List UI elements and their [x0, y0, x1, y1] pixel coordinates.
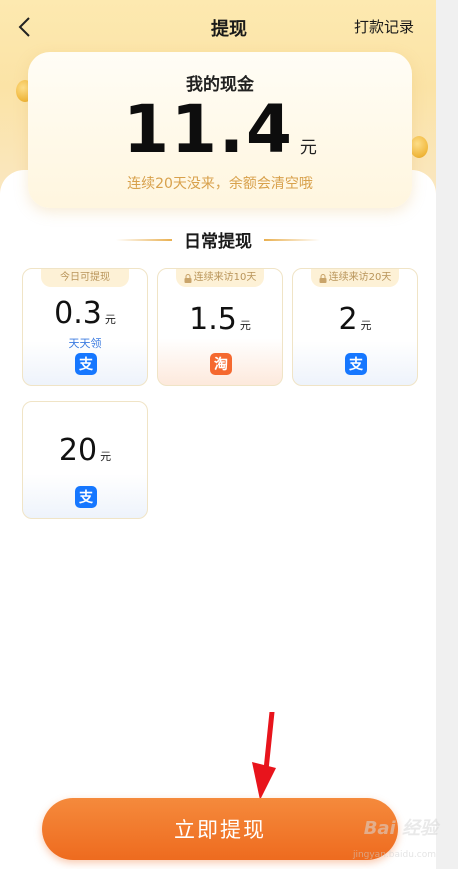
withdraw-page: 提现 打款记录 我的现金 11.4 元 连续20天没来，余额会清空哦 日常提现 … — [0, 0, 458, 869]
withdraw-option-20[interactable]: 20 元 支 — [22, 401, 148, 519]
cash-amount-row: 11.4 元 — [28, 94, 412, 166]
alipay-icon: 支 — [345, 353, 367, 375]
section-title: 日常提现 — [184, 232, 252, 252]
option-amount-row: 1.5 元 — [158, 303, 282, 337]
section-heading: 日常提现 — [0, 227, 436, 252]
balance-expiry-note: 连续20天没来，余额会清空哦 — [127, 176, 313, 192]
withdraw-button-label: 立即提现 — [174, 818, 266, 842]
taobao-icon: 淘 — [210, 353, 232, 375]
cash-unit: 元 — [299, 138, 317, 158]
option-amount: 2 — [338, 302, 358, 337]
option-tag: 连续来访20天 — [311, 269, 399, 287]
alipay-icon: 支 — [75, 486, 97, 508]
option-amount-row: 0.3 元 — [23, 297, 147, 331]
side-strip — [436, 0, 458, 869]
withdraw-option-2[interactable]: 连续来访20天 2 元 支 — [292, 268, 418, 386]
option-subtext: 天天领 — [68, 337, 102, 350]
withdraw-option-0.3[interactable]: 今日可提现 0.3 元 天天领 支 — [22, 268, 148, 386]
option-amount: 0.3 — [54, 296, 102, 331]
lock-icon — [184, 273, 192, 283]
watermark-url: jingyan.baidu.com — [352, 850, 436, 860]
alipay-icon: 支 — [75, 353, 97, 375]
divider-line — [116, 238, 172, 241]
red-arrow-annotation — [252, 712, 276, 800]
lock-icon — [319, 273, 327, 283]
option-amount-row: 20 元 — [23, 434, 147, 468]
divider-line — [264, 238, 320, 241]
baidu-jingyan-watermark: Bai 经验 jingyan.baidu.com — [338, 814, 438, 864]
option-tag: 今日可提现 — [41, 269, 129, 287]
coin-decoration — [410, 136, 428, 158]
option-tag: 连续来访10天 — [176, 269, 264, 287]
payment-records-link[interactable]: 打款记录 — [354, 16, 414, 37]
option-unit: 元 — [100, 450, 112, 463]
cash-card: 我的现金 11.4 元 连续20天没来，余额会清空哦 — [28, 52, 412, 208]
option-unit: 元 — [104, 313, 116, 326]
option-unit: 元 — [360, 319, 372, 332]
cash-amount: 11.4 — [123, 91, 294, 168]
option-unit: 元 — [239, 319, 251, 332]
header: 提现 打款记录 — [0, 0, 458, 54]
option-amount: 20 — [58, 433, 98, 468]
option-amount: 1.5 — [189, 302, 237, 337]
option-amount-row: 2 元 — [293, 303, 417, 337]
watermark-brand: Bai 经验 — [363, 818, 438, 839]
withdraw-option-1.5[interactable]: 连续来访10天 1.5 元 淘 — [157, 268, 283, 386]
